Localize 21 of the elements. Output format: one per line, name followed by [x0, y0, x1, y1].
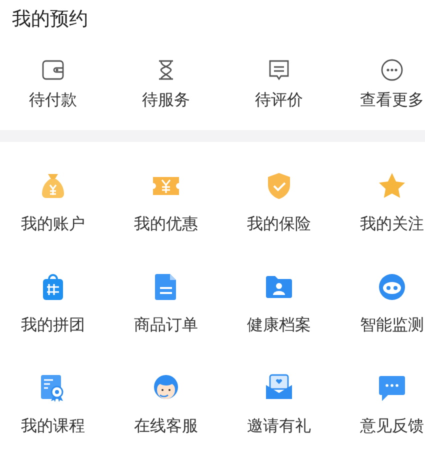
- service-item[interactable]: 智能监测: [339, 271, 425, 336]
- service-item[interactable]: 我的拼团: [0, 271, 106, 336]
- message-icon: [267, 58, 291, 82]
- service-item[interactable]: 我的优惠: [113, 170, 219, 235]
- order-status-item[interactable]: 待服务: [113, 58, 219, 130]
- section-title: 我的预约: [11, 7, 89, 32]
- service-item[interactable]: 意见反馈: [339, 372, 425, 437]
- service-item[interactable]: 我的账户: [0, 170, 106, 235]
- order-status-item[interactable]: 查看更多: [339, 58, 425, 130]
- service-item[interactable]: 邀请有礼: [226, 372, 332, 437]
- face-icon: [376, 271, 408, 303]
- service-item[interactable]: 在线客服: [113, 372, 219, 437]
- order-status-item[interactable]: 待评价: [226, 58, 332, 130]
- service-item[interactable]: 我的保险: [226, 170, 332, 235]
- service-item[interactable]: 健康档案: [226, 271, 332, 336]
- service-item[interactable]: 商品订单: [113, 271, 219, 336]
- more-icon: [380, 58, 404, 82]
- service-item[interactable]: 我的关注: [339, 170, 425, 235]
- order-status-item[interactable]: 待付款: [0, 58, 106, 130]
- wallet-icon: [41, 58, 65, 82]
- service-item[interactable]: 我的课程: [0, 372, 106, 437]
